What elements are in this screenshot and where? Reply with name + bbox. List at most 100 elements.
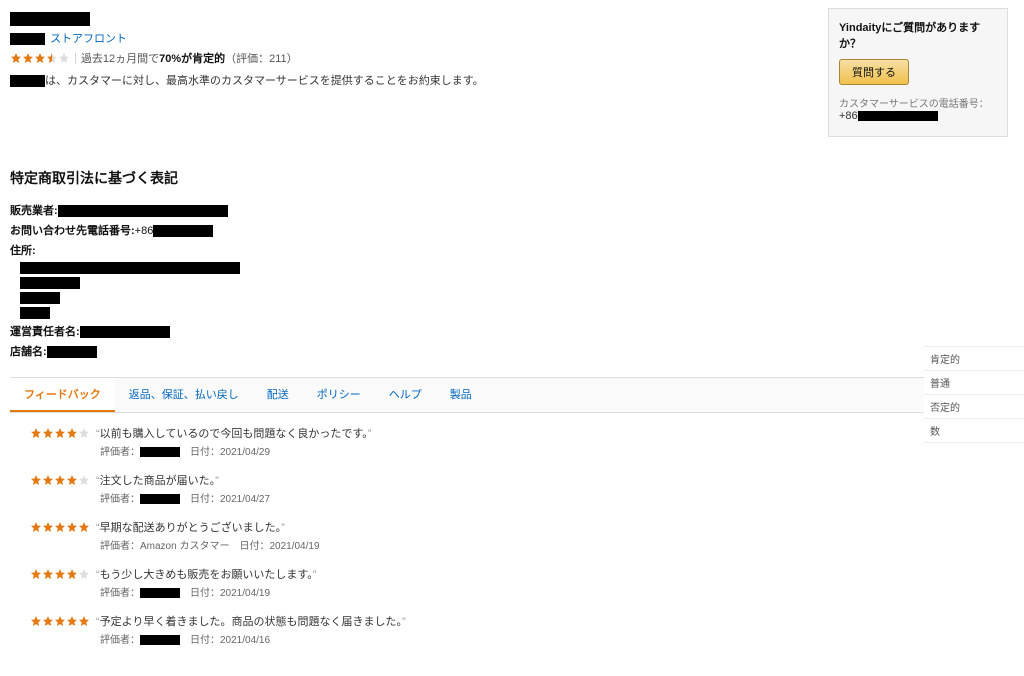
feedback-rater-redacted (140, 494, 180, 504)
feedback-stars (30, 521, 90, 533)
star-icon (54, 427, 66, 439)
star-icon (54, 568, 66, 580)
feedback-stars (30, 568, 90, 580)
feedback-date: 2021/04/19 (220, 588, 270, 599)
star-icon (78, 615, 90, 627)
star-icon (42, 615, 54, 627)
star-icon (54, 521, 66, 533)
seller-name-inline-redacted (10, 75, 45, 87)
feedback-meta: 評価者： 日付：2021/04/16 (100, 631, 1006, 646)
legal-seller-redacted (58, 205, 228, 217)
summary-row: 数 (924, 419, 1024, 443)
feedback-meta: 評価者： 日付：2021/04/19 (100, 584, 1006, 599)
legal-title: 特定商取引法に基づく表記 (10, 168, 1014, 188)
feedback-date: 2021/04/19 (269, 541, 319, 552)
cs-phone-redacted (858, 111, 938, 121)
feedback-summary: 肯定的普通否定的数 (924, 346, 1024, 443)
feedback-stars (30, 615, 90, 627)
legal-addr-line3-redacted (20, 292, 60, 304)
star-icon (66, 474, 78, 486)
cs-phone-label: カスタマーサービスの電話番号： (839, 95, 997, 110)
legal-seller: 販売業者: (10, 202, 1014, 218)
seller-header: ストアフロント | 過去12ヵ月間で70%が肯定的（評価：211） は、カスタマ… (10, 8, 630, 88)
tabs: フィードバック返品、保証、払い戻し配送ポリシーヘルプ製品 (10, 377, 1014, 413)
tab-0[interactable]: フィードバック (10, 378, 115, 412)
star-icon (22, 52, 34, 64)
feedback-rater-redacted (140, 635, 180, 645)
star-icon (42, 568, 54, 580)
tab-1[interactable]: 返品、保証、払い戻し (115, 378, 253, 412)
star-icon (66, 521, 78, 533)
legal-phone-redacted (153, 225, 213, 237)
star-icon (54, 615, 66, 627)
question-title: Yindaityにご質問がありますか？ (839, 19, 997, 51)
feedback-meta: 評価者： 日付：2021/04/29 (100, 443, 1006, 458)
seller-logo-redacted (10, 33, 45, 45)
feedback-meta: 評価者： 日付：2021/04/27 (100, 490, 1006, 505)
star-icon (30, 568, 42, 580)
tab-5[interactable]: 製品 (436, 378, 486, 412)
feedback-item: 以前も購入しているので今回も問題なく良かったです。評価者： 日付：2021/04… (30, 425, 1006, 458)
feedback-rater-redacted (140, 588, 180, 598)
tab-4[interactable]: ヘルプ (375, 378, 436, 412)
feedback-rater-redacted (140, 447, 180, 457)
feedback-text: 予定より早く着きました。商品の状態も問題なく届きました。 (96, 613, 406, 629)
seller-name (10, 8, 630, 26)
rating-separator: | (74, 52, 77, 64)
feedback-text: 早期な配送ありがとうございました。 (96, 519, 285, 535)
star-icon (66, 568, 78, 580)
summary-row: 否定的 (924, 395, 1024, 419)
cs-phone-number: +86 (839, 110, 997, 122)
feedback-date: 2021/04/16 (220, 635, 270, 646)
legal-store: 店舗名: (10, 343, 1014, 359)
summary-row: 肯定的 (924, 347, 1024, 371)
star-icon (30, 474, 42, 486)
star-icon (78, 521, 90, 533)
feedback-text: 注文した商品が届いた。 (96, 472, 219, 488)
feedback-stars (30, 474, 90, 486)
star-icon (42, 427, 54, 439)
star-icon (30, 427, 42, 439)
feedback-item: 早期な配送ありがとうございました。評価者：Amazon カスタマー 日付：202… (30, 519, 1006, 552)
legal-address: 住所: (10, 242, 1014, 319)
feedback-meta: 評価者：Amazon カスタマー 日付：2021/04/19 (100, 537, 1006, 552)
storefront-row: ストアフロント (10, 30, 630, 46)
star-icon (42, 474, 54, 486)
feedback-list: 以前も購入しているので今回も問題なく良かったです。評価者： 日付：2021/04… (10, 413, 1014, 668)
ask-question-button[interactable]: 質問する (839, 59, 909, 85)
star-icon (78, 427, 90, 439)
star-icon (42, 521, 54, 533)
feedback-text: 以前も購入しているので今回も問題なく良かったです。 (96, 425, 371, 441)
star-icon (66, 615, 78, 627)
legal-addr-line4-redacted (20, 307, 50, 319)
legal-store-redacted (47, 346, 97, 358)
summary-row: 普通 (924, 371, 1024, 395)
feedback-rater: Amazon カスタマー (140, 541, 229, 552)
seller-name-redacted (10, 12, 90, 26)
legal-responsible-redacted (80, 326, 170, 338)
legal-section: 特定商取引法に基づく表記 販売業者: お問い合わせ先電話番号:+86 住所: 運… (10, 168, 1014, 359)
service-promise: は、カスタマーに対し、最高水準のカスタマーサービスを提供することをお約束します。 (10, 72, 630, 88)
feedback-item: もう少し大きめも販売をお願いいたします。評価者： 日付：2021/04/19 (30, 566, 1006, 599)
feedback-date: 2021/04/27 (220, 494, 270, 505)
feedback-item: 注文した商品が届いた。評価者： 日付：2021/04/27 (30, 472, 1006, 505)
star-icon (34, 52, 46, 64)
feedback-item: 予定より早く着きました。商品の状態も問題なく届きました。評価者： 日付：2021… (30, 613, 1006, 646)
legal-addr-line2-redacted (20, 277, 80, 289)
star-icon (46, 52, 58, 64)
storefront-link[interactable]: ストアフロント (50, 33, 127, 45)
star-rating (10, 52, 70, 64)
legal-phone: お問い合わせ先電話番号:+86 (10, 222, 1014, 238)
rating-text: 過去12ヵ月間で70%が肯定的（評価：211） (81, 50, 298, 66)
feedback-text: もう少し大きめも販売をお願いいたします。 (96, 566, 316, 582)
question-box: Yindaityにご質問がありますか？ 質問する カスタマーサービスの電話番号：… (828, 8, 1008, 137)
feedback-stars (30, 427, 90, 439)
rating-row: | 過去12ヵ月間で70%が肯定的（評価：211） (10, 50, 630, 66)
star-icon (66, 427, 78, 439)
legal-responsible: 運営責任者名: (10, 323, 1014, 339)
star-icon (54, 474, 66, 486)
star-icon (10, 52, 22, 64)
star-icon (78, 474, 90, 486)
tab-2[interactable]: 配送 (253, 378, 303, 412)
tab-3[interactable]: ポリシー (303, 378, 375, 412)
